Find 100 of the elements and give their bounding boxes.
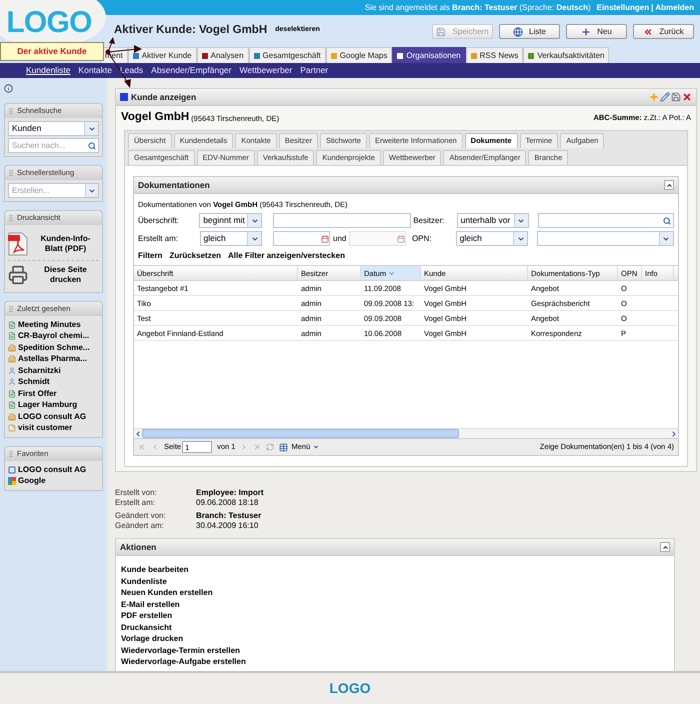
search-icon[interactable] — [88, 142, 96, 150]
collapse-button[interactable] — [660, 542, 670, 552]
chevron-down-icon[interactable] — [88, 186, 96, 194]
action-link[interactable]: E-Mail erstellen — [121, 598, 669, 610]
chevron-up-icon — [662, 544, 668, 550]
recent-item[interactable]: CR-Bayrol chemi... — [8, 330, 99, 342]
back-icon — [643, 26, 654, 36]
main-tab[interactable]: Analysen — [196, 47, 249, 63]
sub-nav-link[interactable]: Kontakte — [78, 64, 112, 77]
panel-title: Kunde anzeigen — [120, 90, 196, 104]
recent-item[interactable]: Lager Hamburg — [8, 400, 99, 411]
search-field[interactable] — [538, 213, 674, 228]
recent-item[interactable]: visit customer — [8, 422, 99, 434]
calendar-icon[interactable] — [397, 234, 406, 243]
action-link[interactable]: Neuen Kunden erstellen — [121, 587, 669, 598]
filter-label: Überschrift: — [138, 214, 180, 227]
meta-value: Branch: Testuser — [196, 511, 262, 521]
action-link[interactable]: Kunde bearbeiten — [121, 564, 669, 576]
panel-title: Dokumentationen — [138, 178, 210, 192]
date-field[interactable] — [349, 231, 406, 246]
sort-down-icon — [388, 270, 396, 277]
operator-select[interactable]: gleich — [456, 231, 528, 246]
recent-item[interactable]: Schmidt — [8, 376, 99, 388]
grip-icon — [7, 107, 15, 115]
main-tab[interactable]: RSS News — [466, 47, 524, 63]
note-icon — [8, 424, 16, 432]
recent-item[interactable]: Astellas Pharma... — [8, 354, 99, 365]
chevron-down-icon — [662, 234, 670, 243]
refresh-icon[interactable] — [266, 443, 274, 451]
meta-label: Geändert von: — [115, 511, 167, 521]
sub-nav-link[interactable]: Leads — [120, 64, 144, 77]
operator-select[interactable]: beginnt mit — [199, 213, 262, 228]
info-icon[interactable] — [4, 84, 13, 92]
building-icon — [8, 355, 16, 364]
filter-label: Besitzer: — [413, 214, 446, 227]
range-separator: und — [333, 232, 346, 245]
action-link[interactable]: Wiedervorlage-Aufgabe erstellen — [121, 656, 669, 668]
sub-nav-link[interactable]: Absender/Empfänger — [151, 64, 232, 77]
recent-item[interactable]: Spedition Schme... — [8, 342, 99, 354]
scroll-left-icon[interactable] — [134, 430, 142, 438]
action-link[interactable]: PDF erstellen — [121, 610, 669, 622]
print-link[interactable]: Diese Seite drucken — [32, 265, 99, 285]
sub-nav-link[interactable]: Kundenliste — [26, 64, 70, 77]
document-icon — [8, 332, 16, 340]
type-select[interactable]: Kunden — [8, 121, 99, 136]
first-page-icon[interactable] — [138, 443, 146, 451]
delete-icon[interactable] — [682, 92, 692, 102]
recent-item[interactable]: Scharnitzki — [8, 365, 99, 376]
toolbar-button[interactable]: Neu — [566, 24, 627, 39]
scroll-right-icon[interactable] — [670, 430, 678, 438]
print-link[interactable]: Kunden-Info-Blatt (PDF) — [32, 234, 99, 254]
document-icon — [8, 401, 16, 410]
value-select[interactable] — [537, 231, 674, 246]
main-tab[interactable]: Verkaufsaktivitäten — [523, 47, 610, 63]
action-link[interactable]: Druckansicht — [121, 622, 669, 633]
main-tab[interactable]: Google Maps — [326, 47, 392, 63]
collapse-button[interactable] — [664, 180, 674, 190]
operator-select[interactable]: gleich — [200, 231, 262, 246]
sub-nav-link[interactable]: Partner — [300, 64, 328, 77]
operator-select[interactable]: unterhalb vor — [456, 213, 529, 228]
main-tab[interactable]: Aktiver Kunde — [128, 47, 197, 63]
filter-action-link[interactable]: Zurücksetzen — [169, 250, 222, 262]
recent-item[interactable]: First Offer — [8, 388, 99, 400]
favorite-item[interactable]: Google — [8, 476, 99, 487]
recent-item[interactable]: Meeting Minutes — [8, 319, 99, 330]
filter-action-link[interactable]: Filtern — [138, 250, 162, 262]
edit-icon[interactable] — [660, 92, 670, 102]
building-icon — [8, 344, 16, 352]
search-field[interactable]: Suchen nach... — [8, 138, 99, 153]
horizontal-scrollbar[interactable] — [134, 428, 678, 438]
meta-label: Geändert am: — [115, 521, 165, 531]
scrollbar-thumb[interactable] — [142, 429, 459, 438]
date-field[interactable] — [273, 231, 330, 246]
favorite-item[interactable]: LOGO consult AG — [8, 464, 99, 476]
action-link[interactable]: Wiedervorlage-Termin erstellen — [121, 644, 669, 656]
action-link[interactable]: Kundenliste — [121, 576, 669, 587]
sub-nav-link[interactable]: Wettbewerber — [239, 64, 292, 77]
square-icon — [120, 93, 128, 101]
toolbar-button[interactable]: Liste — [499, 24, 560, 39]
filter-label: OPN: — [412, 232, 433, 245]
building-icon — [8, 412, 16, 421]
main-tab[interactable]: Gesamtgeschäft — [248, 47, 326, 63]
toolbar-button[interactable]: Zurück — [633, 24, 694, 39]
last-page-icon[interactable] — [253, 443, 262, 451]
meta-value: 30.04.2009 16:10 — [196, 521, 258, 531]
filter-action-link[interactable]: Alle Filter anzeigen/verstecken — [228, 250, 345, 262]
previous-page-icon[interactable] — [151, 443, 159, 451]
square-icon — [8, 466, 16, 474]
callout: Der aktive Kunde — [0, 42, 104, 61]
save-icon[interactable] — [671, 92, 681, 102]
panel-title: Aktionen — [120, 540, 156, 554]
search-icon[interactable] — [663, 216, 672, 225]
recent-item[interactable]: LOGO consult AG — [8, 411, 99, 422]
grid-icon — [8, 477, 16, 486]
calendar-icon[interactable] — [321, 234, 330, 243]
main-tab[interactable]: Organisationen — [392, 47, 466, 63]
action-link[interactable]: Vorlage drucken — [121, 633, 669, 644]
grip-icon — [7, 214, 15, 222]
grip-icon — [7, 305, 15, 313]
text-field[interactable] — [273, 213, 412, 228]
